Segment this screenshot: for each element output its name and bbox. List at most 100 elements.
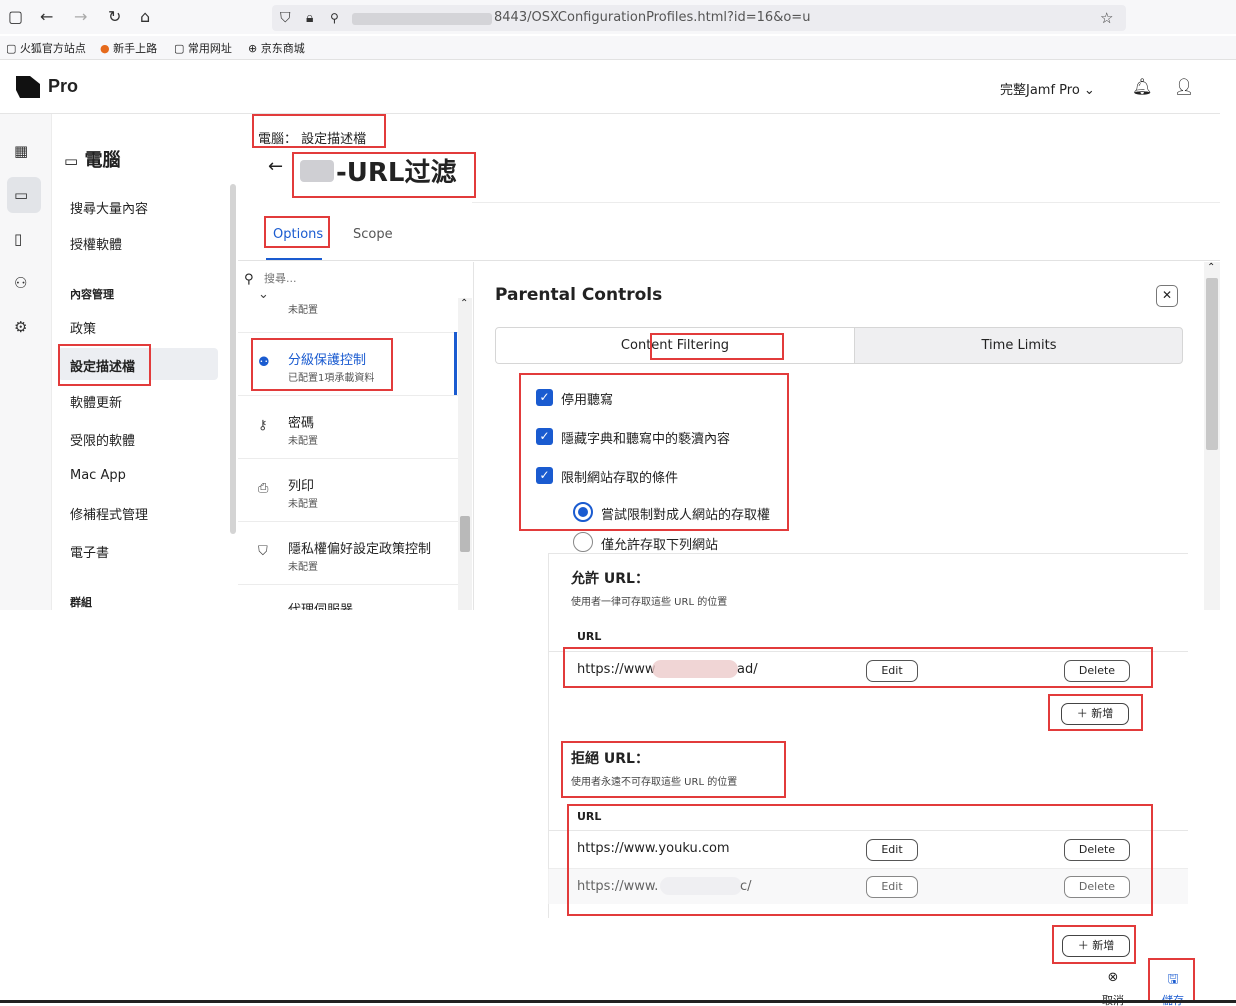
sidebar-toggle-icon[interactable]: ▢ (8, 7, 23, 27)
add-deny-url-button[interactable]: ＋ 新增 (1062, 935, 1130, 957)
sidebar-item[interactable]: 修補程式管理 (70, 504, 148, 523)
sidebar-section-content: 內容管理 (70, 288, 114, 301)
bookmark-star-icon[interactable]: ☆ (1100, 8, 1113, 28)
checkbox-hide-profanity[interactable]: ✓ (536, 428, 553, 445)
edit-button[interactable]: Edit (866, 660, 918, 682)
sidebar-item[interactable]: 軟體更新 (70, 392, 122, 411)
delete-button[interactable]: Delete (1064, 839, 1130, 861)
cancel-button[interactable]: ⊗ 取消 (1098, 970, 1128, 1006)
url-value-suffix: c/ (740, 879, 752, 894)
tab-time-limits[interactable]: Time Limits (855, 328, 1182, 363)
sidebar-item[interactable]: 電子書 (70, 542, 109, 561)
bookmarks-bar: ▢ 火狐官方站点 ● 新手上路 ▢ 常用网址 ⊕ 京东商城 (0, 36, 1236, 60)
users-icon[interactable]: ⚇ (14, 274, 27, 292)
column-header-url: URL (577, 630, 602, 643)
sidebar-item-profiles[interactable]: 設定描述檔 (70, 356, 135, 375)
payload-row-printing[interactable]: ⎙ 列印 未配置 (238, 458, 458, 521)
payload-name: 隱私權偏好設定政策控制 (288, 542, 432, 557)
url-value: https://www (577, 662, 656, 677)
radio-limit-adult[interactable] (573, 502, 593, 522)
payload-status: 未配置 (288, 562, 318, 573)
sidebar-title: ▭ 電腦 (64, 150, 121, 171)
url-value: https://www.youku.com (577, 841, 730, 856)
page-title: -URL过滤 (336, 158, 457, 188)
bookmark-item[interactable]: ▢ 常用网址 (174, 40, 232, 56)
payload-row-parental-controls[interactable]: ⚉ 分級保護控制 已配置1項承載資料 (238, 332, 458, 395)
sidebar-item[interactable]: 受限的軟體 (70, 430, 135, 449)
payload-name: 列印 (288, 479, 315, 494)
dashboard-icon[interactable]: ▦ (14, 142, 28, 160)
bell-icon[interactable]: 🔔︎ (1132, 77, 1152, 96)
sidebar-scrollbar[interactable] (230, 184, 236, 534)
payload-scrollbar[interactable]: ⌃ (458, 298, 472, 610)
tab-content-filtering[interactable]: Content Filtering (496, 328, 855, 363)
scroll-up-icon[interactable]: ⌃ (1207, 262, 1215, 273)
cancel-icon: ⊗ (1107, 970, 1119, 985)
checkbox-limit-websites[interactable]: ✓ (536, 467, 553, 484)
column-header-url: URL (577, 810, 602, 823)
panel-scroll-thumb[interactable] (1206, 278, 1218, 450)
payload-row-passcode[interactable]: ⚷ 密碼 未配置 (238, 395, 458, 458)
deny-url-title: 拒絕 URL： (571, 751, 649, 767)
parental-controls-icon: ⚉ (258, 355, 270, 370)
computer-icon[interactable]: ▭ (14, 186, 28, 204)
payload-status: 未配置 (288, 305, 318, 316)
save-icon: 🖫 (1167, 972, 1179, 987)
bookmark-item[interactable]: ⊕ 京东商城 (248, 40, 305, 56)
payload-row-privacy[interactable]: ⛉ 隱私權偏好設定政策控制 未配置 (238, 521, 458, 584)
radio-label: 僅允許存取下列網站 (601, 538, 719, 553)
devices-icon[interactable]: ▯ (14, 230, 22, 248)
panel-title: Parental Controls (495, 285, 663, 305)
url-value-suffix: ad/ (737, 662, 758, 677)
chevron-icon: ⌄ (258, 287, 269, 302)
sidebar-item-policies[interactable]: 政策 (70, 318, 96, 337)
bookmark-item[interactable]: ● 新手上路 (100, 40, 157, 56)
sidebar-section-groups: 群組 (70, 596, 92, 609)
address-bar[interactable]: ⛉ 🔒︎ ⚲ 8443/OSXConfigurationProfiles.htm… (272, 5, 1126, 31)
sidebar: ▭ 電腦 搜尋大量內容 授權軟體 內容管理 政策 設定描述檔 軟體更新 受限的軟… (52, 114, 238, 610)
url-redaction (352, 13, 492, 25)
payload-scroll-thumb[interactable] (460, 516, 470, 552)
close-icon[interactable]: ✕ (1156, 285, 1178, 307)
reload-icon[interactable]: ↻ (108, 7, 121, 27)
jamf-logo-icon[interactable] (16, 76, 40, 98)
title-redaction (300, 160, 334, 182)
permissions-icon[interactable]: ⚲ (330, 8, 339, 28)
payload-row-proxy[interactable]: 代理伺服器 (238, 584, 458, 610)
url-redaction (660, 877, 742, 895)
url-value: https://www. (577, 879, 659, 894)
tenant-switcher[interactable]: 完整Jamf Pro ⌄ (1000, 79, 1095, 98)
add-allow-url-button[interactable]: ＋ 新增 (1061, 703, 1129, 725)
home-icon[interactable]: ⌂ (140, 7, 150, 27)
payload-row[interactable]: ⌄ 未配置 (238, 269, 458, 332)
delete-button[interactable]: Delete (1064, 876, 1130, 898)
tab-scope[interactable]: Scope (353, 227, 393, 242)
edit-button[interactable]: Edit (866, 876, 918, 898)
lock-icon[interactable]: 🔒︎ (306, 8, 313, 28)
payload-status: 未配置 (288, 436, 318, 447)
sidebar-item[interactable]: 搜尋大量內容 (70, 198, 148, 217)
brand-name: Pro (48, 76, 79, 96)
radio-allow-only[interactable] (573, 532, 593, 552)
browser-toolbar: ▢ ← → ↻ ⌂ ⛉ 🔒︎ ⚲ 8443/OSXConfigurationPr… (0, 0, 1236, 34)
checkbox-label: 停用聽寫 (561, 393, 614, 408)
url-text: 8443/OSXConfigurationProfiles.html?id=16… (494, 10, 811, 25)
scroll-up-icon[interactable]: ⌃ (460, 298, 468, 309)
sidebar-item[interactable]: 授權軟體 (70, 234, 122, 253)
edit-button[interactable]: Edit (866, 839, 918, 861)
user-icon[interactable]: 👤︎ (1174, 77, 1194, 96)
back-icon[interactable]: ← (40, 7, 53, 27)
settings-gear-icon[interactable]: ⚙ (14, 318, 27, 336)
save-button[interactable]: 🖫 儲存 (1158, 970, 1188, 1006)
allow-url-row: https://www ad/ Edit Delete (548, 651, 1188, 689)
tabs-divider (238, 260, 1220, 261)
breadcrumb: 電腦： 設定描述檔 (258, 132, 367, 147)
checkbox-disable-dictation[interactable]: ✓ (536, 389, 553, 406)
forward-icon[interactable]: → (74, 7, 87, 27)
back-arrow-icon[interactable]: ← (268, 156, 283, 177)
sidebar-item[interactable]: Mac App (70, 468, 126, 483)
tab-options[interactable]: Options (273, 227, 323, 242)
delete-button[interactable]: Delete (1064, 660, 1130, 682)
bookmark-item[interactable]: ▢ 火狐官方站点 (6, 40, 86, 56)
shield-icon[interactable]: ⛉ (280, 8, 291, 28)
